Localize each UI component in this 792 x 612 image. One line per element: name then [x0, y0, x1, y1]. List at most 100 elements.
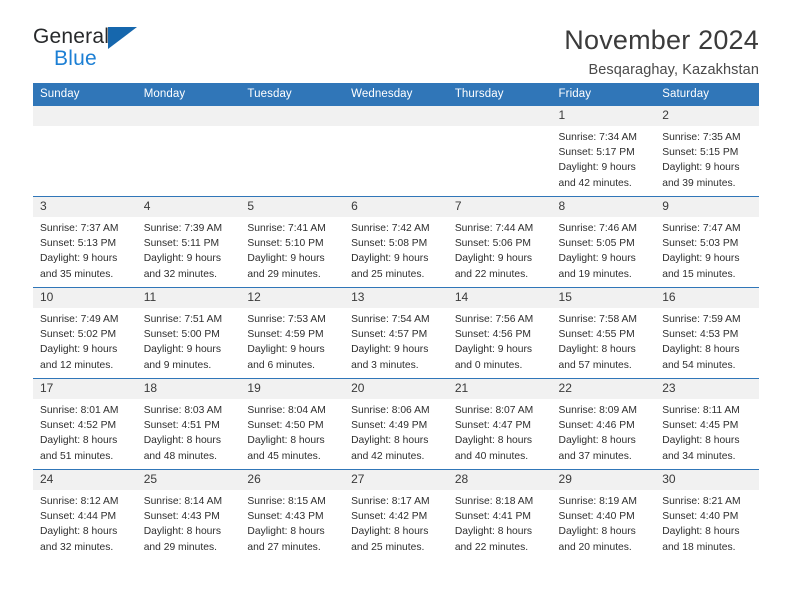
sunrise-text: Sunrise: 8:01 AM: [40, 404, 119, 416]
calendar-day-cell[interactable]: 22 Sunrise: 8:09 AM Sunset: 4:46 PM Dayligh…: [551, 378, 656, 470]
page-subtitle: Besqaraghay, Kazakhstan: [588, 62, 759, 79]
calendar-day-cell[interactable]: 1 Sunrise: 7:34 AM Sunset: 5:17 PM Daylight…: [551, 105, 656, 197]
calendar-day-cell[interactable]: 30 Sunrise: 8:21 AM Sunset: 4:40 PM Dayligh…: [655, 469, 759, 560]
daylight-text: and 27 minutes.: [247, 541, 321, 553]
day-number: 17: [33, 379, 137, 399]
day-details: Sunrise: 8:17 AM Sunset: 4:42 PM Daylight:…: [344, 490, 448, 555]
calendar-day-cell[interactable]: 24 Sunrise: 8:12 AM Sunset: 4:44 PM Dayligh…: [33, 469, 137, 560]
calendar-day-cell[interactable]: 26 Sunrise: 8:15 AM Sunset: 4:43 PM Dayligh…: [240, 469, 345, 560]
page-header: General Blue November 2024 Besqaraghay, …: [33, 0, 759, 78]
sunset-text: Sunset: 4:41 PM: [454, 510, 531, 522]
generalblue-logo[interactable]: General Blue: [33, 26, 153, 76]
calendar-day-cell[interactable]: 15 Sunrise: 7:58 AM Sunset: 4:55 PM Dayligh…: [551, 287, 656, 379]
calendar-day-cell[interactable]: 19 Sunrise: 8:04 AM Sunset: 4:50 PM Dayligh…: [240, 378, 345, 470]
calendar-day-cell[interactable]: 27 Sunrise: 8:17 AM Sunset: 4:42 PM Dayligh…: [344, 469, 448, 560]
sunrise-text: Sunrise: 8:09 AM: [558, 404, 637, 416]
daylight-text: Daylight: 9 hours: [454, 344, 533, 356]
day-details: [33, 126, 137, 130]
calendar-day-cell[interactable]: 18 Sunrise: 8:03 AM Sunset: 4:51 PM Dayligh…: [136, 378, 241, 470]
daylight-text: Daylight: 8 hours: [558, 435, 636, 447]
daylight-text: and 57 minutes.: [558, 359, 632, 371]
calendar-day-cell[interactable]: 8 Sunrise: 7:46 AM Sunset: 5:05 PM Daylight…: [551, 196, 656, 288]
calendar-day-cell[interactable]: 14 Sunrise: 7:56 AM Sunset: 4:56 PM Dayligh…: [447, 287, 552, 379]
daylight-text: Daylight: 8 hours: [558, 344, 636, 356]
sunrise-text: Sunrise: 7:59 AM: [662, 313, 741, 325]
daylight-text: and 42 minutes.: [351, 450, 425, 462]
daylight-text: Daylight: 9 hours: [662, 253, 740, 265]
weekday-header-friday: Friday: [551, 83, 656, 106]
calendar-day-cell[interactable]: 2 Sunrise: 7:35 AM Sunset: 5:15 PM Daylight…: [655, 105, 759, 197]
weekday-header-sunday: Sunday: [33, 83, 137, 106]
weekday-header-wednesday: Wednesday: [344, 83, 448, 106]
calendar-day-cell[interactable]: 5 Sunrise: 7:41 AM Sunset: 5:10 PM Daylight…: [240, 196, 345, 288]
day-number: 23: [655, 379, 759, 399]
calendar-day-cell[interactable]: 28 Sunrise: 8:18 AM Sunset: 4:41 PM Dayligh…: [447, 469, 552, 560]
daylight-text: Daylight: 9 hours: [143, 344, 221, 356]
sunset-text: Sunset: 4:46 PM: [558, 419, 635, 431]
day-number: [136, 106, 241, 126]
weekday-header-tuesday: Tuesday: [240, 83, 345, 106]
day-details: Sunrise: 8:12 AM Sunset: 4:44 PM Daylight:…: [33, 490, 137, 555]
sunset-text: Sunset: 4:50 PM: [247, 419, 324, 431]
calendar-day-cell[interactable]: 25 Sunrise: 8:14 AM Sunset: 4:43 PM Dayligh…: [136, 469, 241, 560]
sunrise-text: Sunrise: 8:11 AM: [662, 404, 740, 416]
day-details: Sunrise: 8:21 AM Sunset: 4:40 PM Daylight:…: [655, 490, 759, 555]
day-number: 24: [33, 470, 137, 490]
sunrise-text: Sunrise: 8:15 AM: [247, 495, 326, 507]
sunset-text: Sunset: 4:53 PM: [662, 328, 739, 340]
calendar-week-row: 17 Sunrise: 8:01 AM Sunset: 4:52 PM Dayligh…: [33, 378, 759, 470]
sunset-text: Sunset: 4:44 PM: [40, 510, 117, 522]
daylight-text: Daylight: 8 hours: [143, 435, 221, 447]
daylight-text: Daylight: 9 hours: [662, 162, 740, 174]
calendar-day-cell[interactable]: 4 Sunrise: 7:39 AM Sunset: 5:11 PM Daylight…: [136, 196, 241, 288]
calendar-day-cell[interactable]: 23 Sunrise: 8:11 AM Sunset: 4:45 PM Dayligh…: [655, 378, 759, 470]
daylight-text: and 40 minutes.: [454, 450, 529, 462]
sunset-text: Sunset: 5:08 PM: [351, 237, 428, 249]
calendar-day-cell[interactable]: 13 Sunrise: 7:54 AM Sunset: 4:57 PM Dayligh…: [344, 287, 448, 379]
calendar-day-cell[interactable]: 29 Sunrise: 8:19 AM Sunset: 4:40 PM Dayligh…: [551, 469, 656, 560]
daylight-text: Daylight: 9 hours: [351, 253, 429, 265]
calendar-day-cell[interactable]: 10 Sunrise: 7:49 AM Sunset: 5:02 PM Dayligh…: [33, 287, 137, 379]
day-details: Sunrise: 7:47 AM Sunset: 5:03 PM Daylight:…: [655, 217, 759, 282]
sunset-text: Sunset: 5:17 PM: [558, 146, 635, 158]
calendar-week-row: 1 Sunrise: 7:34 AM Sunset: 5:17 PM Daylight…: [33, 105, 759, 197]
sunrise-text: Sunrise: 8:21 AM: [662, 495, 741, 507]
sunrise-text: Sunrise: 7:46 AM: [558, 222, 637, 234]
day-number: 12: [240, 288, 345, 308]
sunrise-text: Sunrise: 8:14 AM: [143, 495, 223, 507]
sunset-text: Sunset: 5:13 PM: [40, 237, 117, 249]
calendar-day-cell[interactable]: 12 Sunrise: 7:53 AM Sunset: 4:59 PM Dayligh…: [240, 287, 345, 379]
day-details: Sunrise: 7:34 AM Sunset: 5:17 PM Daylight:…: [552, 126, 656, 191]
calendar-day-cell[interactable]: 17 Sunrise: 8:01 AM Sunset: 4:52 PM Dayligh…: [33, 378, 137, 470]
daylight-text: Daylight: 8 hours: [351, 526, 429, 538]
calendar-week-row: 3 Sunrise: 7:37 AM Sunset: 5:13 PM Daylight…: [33, 196, 759, 288]
daylight-text: Daylight: 8 hours: [40, 435, 118, 447]
calendar-day-cell[interactable]: 11 Sunrise: 7:51 AM Sunset: 5:00 PM Dayligh…: [136, 287, 241, 379]
calendar-day-cell[interactable]: 9 Sunrise: 7:47 AM Sunset: 5:03 PM Daylight…: [655, 196, 759, 288]
calendar-week-row: 10 Sunrise: 7:49 AM Sunset: 5:02 PM Dayligh…: [33, 287, 759, 379]
daylight-text: and 35 minutes.: [40, 268, 114, 280]
calendar-day-cell[interactable]: 3 Sunrise: 7:37 AM Sunset: 5:13 PM Daylight…: [33, 196, 137, 288]
day-details: Sunrise: 8:18 AM Sunset: 4:41 PM Daylight:…: [448, 490, 552, 555]
daylight-text: Daylight: 9 hours: [247, 253, 325, 265]
sunrise-text: Sunrise: 7:51 AM: [143, 313, 223, 325]
daylight-text: and 22 minutes.: [454, 541, 529, 553]
day-details: Sunrise: 7:59 AM Sunset: 4:53 PM Daylight:…: [655, 308, 759, 373]
daylight-text: Daylight: 8 hours: [558, 526, 636, 538]
sunset-text: Sunset: 4:45 PM: [662, 419, 739, 431]
day-details: Sunrise: 7:39 AM Sunset: 5:11 PM Daylight:…: [137, 217, 241, 282]
calendar-day-cell[interactable]: 20 Sunrise: 8:06 AM Sunset: 4:49 PM Dayligh…: [344, 378, 448, 470]
calendar-day-cell[interactable]: 7 Sunrise: 7:44 AM Sunset: 5:06 PM Daylight…: [447, 196, 552, 288]
sunset-text: Sunset: 5:15 PM: [662, 146, 739, 158]
daylight-text: Daylight: 9 hours: [454, 253, 533, 265]
day-number: 29: [551, 470, 656, 490]
calendar-day-cell[interactable]: 6 Sunrise: 7:42 AM Sunset: 5:08 PM Daylight…: [344, 196, 448, 288]
calendar-day-cell[interactable]: 16 Sunrise: 7:59 AM Sunset: 4:53 PM Dayligh…: [655, 287, 759, 379]
daylight-text: Daylight: 8 hours: [454, 435, 533, 447]
sunrise-text: Sunrise: 7:49 AM: [40, 313, 119, 325]
calendar-day-cell[interactable]: 21 Sunrise: 8:07 AM Sunset: 4:47 PM Dayligh…: [447, 378, 552, 470]
daylight-text: and 25 minutes.: [351, 541, 425, 553]
daylight-text: Daylight: 8 hours: [454, 526, 533, 538]
day-number: 15: [551, 288, 656, 308]
daylight-text: and 25 minutes.: [351, 268, 425, 280]
